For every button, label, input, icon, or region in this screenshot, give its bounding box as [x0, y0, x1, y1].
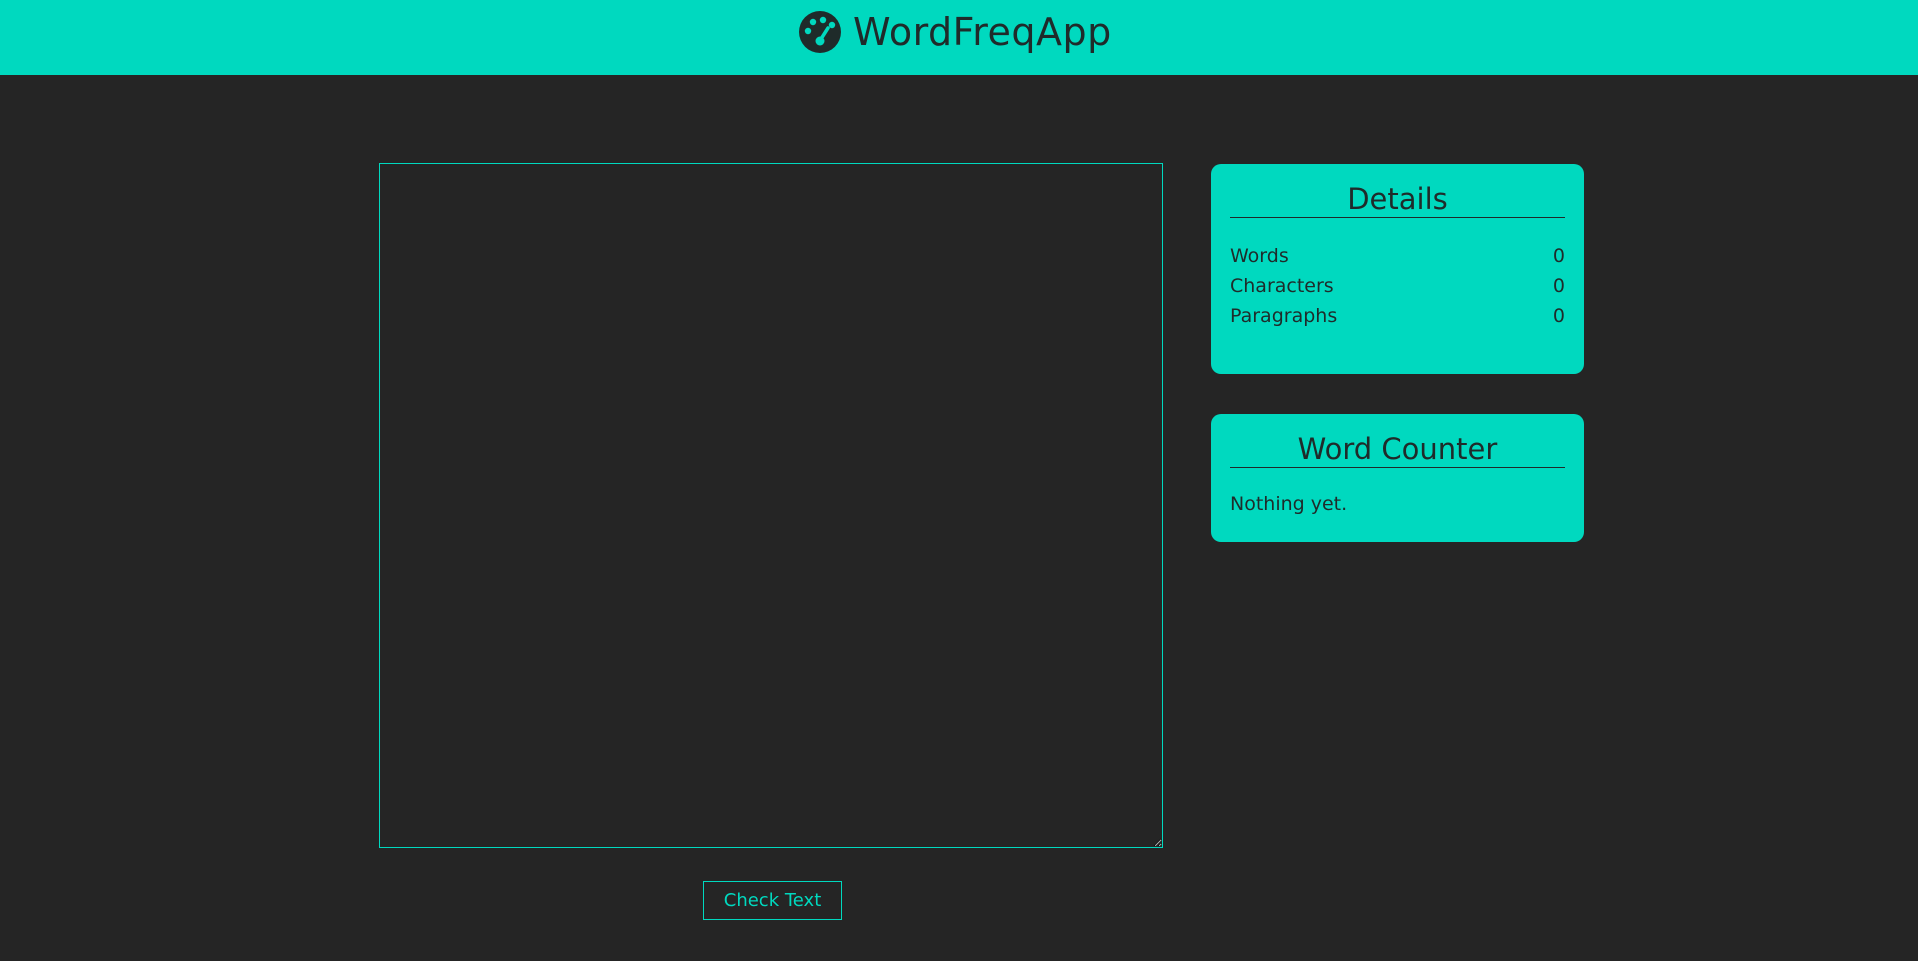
- stat-row-words: Words 0: [1230, 241, 1565, 271]
- details-title: Details: [1230, 164, 1565, 218]
- app-title: WordFreqApp: [853, 10, 1112, 54]
- word-counter-title: Word Counter: [1230, 414, 1565, 468]
- stat-label: Characters: [1230, 275, 1334, 297]
- brand[interactable]: WordFreqApp: [799, 9, 1112, 55]
- stat-label: Paragraphs: [1230, 305, 1338, 327]
- word-counter-card: Word Counter Nothing yet.: [1211, 414, 1584, 542]
- app-header: WordFreqApp: [0, 0, 1918, 75]
- stat-value: 0: [1552, 305, 1565, 327]
- word-counter-empty-text: Nothing yet.: [1230, 493, 1348, 515]
- details-card: Details Words 0 Characters 0 Paragraphs …: [1211, 164, 1584, 374]
- palette-icon: [799, 11, 841, 53]
- stat-row-paragraphs: Paragraphs 0: [1230, 301, 1565, 331]
- stat-row-characters: Characters 0: [1230, 271, 1565, 301]
- stat-value: 0: [1552, 275, 1565, 297]
- details-stats: Words 0 Characters 0 Paragraphs 0: [1230, 241, 1565, 331]
- stat-label: Words: [1230, 245, 1289, 267]
- check-text-button[interactable]: Check Text: [703, 881, 842, 920]
- text-input[interactable]: [379, 163, 1163, 848]
- stat-value: 0: [1552, 245, 1565, 267]
